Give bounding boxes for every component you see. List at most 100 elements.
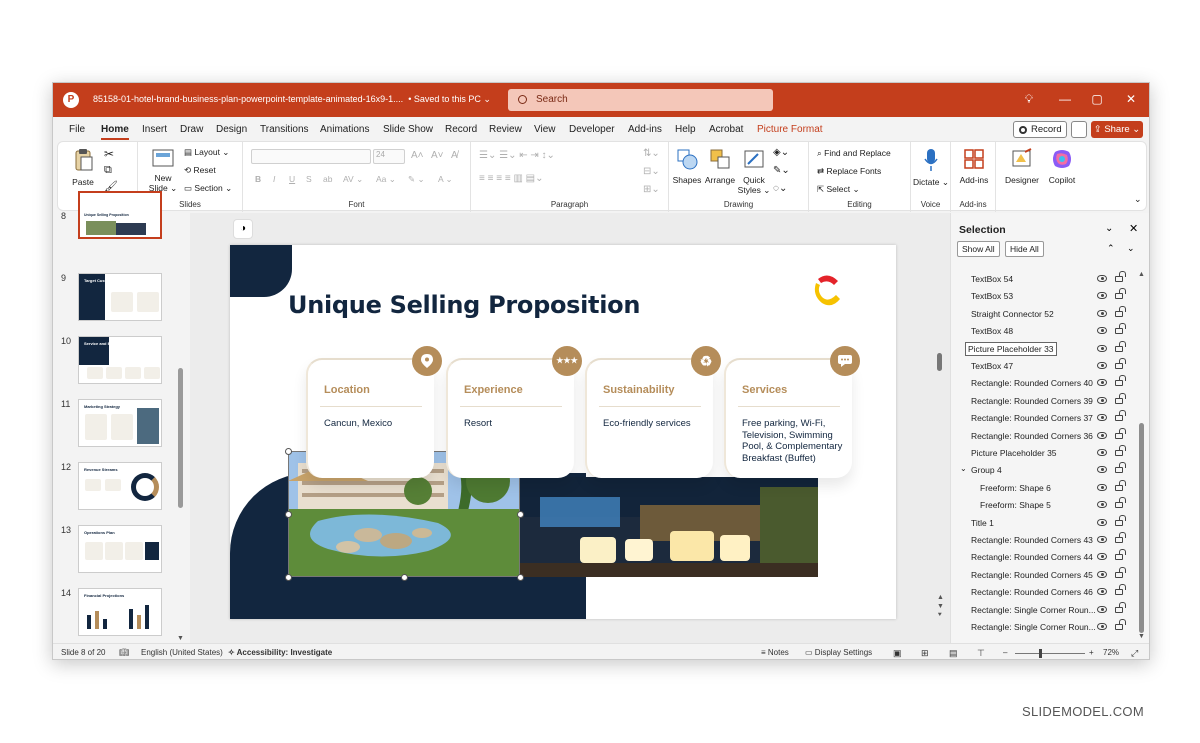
visibility-eye-icon[interactable]: [1097, 553, 1107, 561]
resize-handle[interactable]: [517, 574, 524, 581]
slide-title[interactable]: Unique Selling Proposition: [288, 291, 640, 319]
unlock-icon[interactable]: [1115, 549, 1126, 561]
thumbnail-slide-13[interactable]: Operations Plan: [78, 525, 162, 573]
visibility-eye-icon[interactable]: [1097, 623, 1107, 630]
visibility-eye-icon[interactable]: [1097, 588, 1107, 596]
selection-item[interactable]: Picture Placeholder 35: [951, 444, 1141, 461]
selection-item[interactable]: Rectangle: Single Corner Roun...: [951, 601, 1141, 618]
zoom-level[interactable]: 72%: [1103, 648, 1119, 657]
expand-group-icon[interactable]: ⌄: [960, 464, 967, 473]
strikethrough-icon[interactable]: S: [306, 174, 312, 184]
picture-placeholder-35[interactable]: [520, 477, 818, 577]
selection-item[interactable]: Freeform: Shape 5: [951, 496, 1141, 513]
resize-handle[interactable]: [285, 511, 292, 518]
section-button[interactable]: ▭ Section ⌄: [184, 183, 232, 194]
slide-editor[interactable]: Unique Selling Proposition Location Canc…: [230, 245, 896, 619]
unlock-icon[interactable]: [1115, 410, 1126, 422]
minimize-button[interactable]: —: [1055, 92, 1075, 106]
show-all-button[interactable]: Show All: [957, 241, 1000, 257]
selection-item[interactable]: Rectangle: Rounded Corners 44: [951, 548, 1141, 565]
selection-item[interactable]: Rectangle: Rounded Corners 36: [951, 427, 1141, 444]
tab-transitions[interactable]: Transitions: [260, 124, 309, 135]
visibility-eye-icon[interactable]: [1097, 275, 1107, 282]
tab-draw[interactable]: Draw: [180, 124, 203, 135]
highlight-icon[interactable]: ✎ ⌄: [408, 174, 425, 185]
visibility-eye-icon[interactable]: [1097, 518, 1107, 526]
card-sustainability[interactable]: ♻ Sustainability Eco-friendly services: [585, 346, 721, 478]
save-status[interactable]: Saved to this PC: [414, 94, 481, 104]
selection-item[interactable]: Rectangle: Rounded Corners 46: [951, 583, 1141, 600]
selection-scrollbar[interactable]: [1139, 423, 1144, 633]
record-button[interactable]: Record: [1013, 121, 1067, 138]
unlock-icon[interactable]: [1115, 375, 1126, 387]
tab-acrobat[interactable]: Acrobat: [709, 124, 743, 135]
zoom-in-icon[interactable]: +: [1089, 648, 1094, 657]
selection-item[interactable]: Rectangle: Rounded Corners 39: [951, 392, 1141, 409]
resize-handle[interactable]: [517, 511, 524, 518]
visibility-eye-icon[interactable]: [1097, 431, 1107, 439]
selection-item[interactable]: ⌄ Group 4: [951, 461, 1141, 478]
unlock-icon[interactable]: [1115, 340, 1126, 352]
unlock-icon[interactable]: [1115, 427, 1126, 439]
visibility-eye-icon[interactable]: [1097, 414, 1107, 422]
thumbnail-slide-8[interactable]: Unique Selling Proposition: [78, 191, 162, 239]
send-backward-icon[interactable]: ⌄: [1127, 243, 1135, 254]
slideshow-icon[interactable]: ⊤: [977, 648, 985, 659]
select-button[interactable]: ⇱ Select ⌄: [817, 184, 860, 195]
selection-item[interactable]: Rectangle: Single Corner Roun...: [951, 618, 1141, 635]
reading-view-icon[interactable]: ▤: [949, 648, 958, 659]
add-ins-button[interactable]: Add-ins: [954, 148, 994, 185]
comments-icon[interactable]: [1071, 121, 1087, 138]
tab-view[interactable]: View: [534, 124, 556, 135]
visibility-eye-icon[interactable]: [1097, 396, 1107, 404]
zoom-out-icon[interactable]: –: [1003, 648, 1007, 657]
visibility-eye-icon[interactable]: [1097, 379, 1107, 387]
unlock-icon[interactable]: [1115, 392, 1126, 404]
thumbnail-slide-12[interactable]: Revenue Streams: [78, 462, 162, 510]
selection-item[interactable]: Rectangle: Rounded Corners 40: [951, 374, 1141, 391]
unlock-icon[interactable]: [1115, 532, 1126, 543]
tab-review[interactable]: Review: [489, 124, 522, 135]
tab-home[interactable]: Home: [101, 124, 129, 140]
selection-item[interactable]: Picture Placeholder 33: [951, 340, 1141, 357]
increase-font-icon[interactable]: A˄: [411, 150, 424, 161]
selection-item[interactable]: TextBox 47: [951, 357, 1141, 374]
thumbnail-slide-9[interactable]: Target Customer Profiles: [78, 273, 162, 321]
bullets-icon[interactable]: ☰⌄ ☰⌄ ⇤ ⇥ ↕⌄: [479, 150, 555, 161]
close-button[interactable]: ✕: [1121, 92, 1141, 106]
selection-item[interactable]: TextBox 54: [951, 270, 1141, 287]
underline-icon[interactable]: U: [289, 174, 295, 184]
display-settings-button[interactable]: ▭ Display Settings: [805, 648, 872, 657]
shape-effects-icon[interactable]: ◌⌄: [773, 183, 787, 194]
scroll-up-icon[interactable]: ▲: [1138, 271, 1145, 278]
thumbnail-slide-11[interactable]: Marketing Strategy: [78, 399, 162, 447]
pane-options-icon[interactable]: ⌄: [1105, 223, 1113, 234]
replace-fonts-button[interactable]: ⇄ Replace Fonts: [817, 166, 881, 177]
tab-add-ins[interactable]: Add-ins: [628, 124, 662, 135]
share-button[interactable]: ⇪ Share ⌄: [1091, 121, 1143, 138]
cut-icon[interactable]: ✂: [104, 147, 114, 161]
normal-view-icon[interactable]: ▣: [893, 648, 902, 659]
decrease-font-icon[interactable]: A˅: [431, 150, 444, 161]
canvas-scrollbar[interactable]: [937, 353, 942, 371]
card-services[interactable]: Services Free parking, Wi-Fi, Television…: [724, 346, 860, 478]
scroll-down-icon[interactable]: ▼: [1138, 633, 1145, 640]
dictate-button[interactable]: Dictate ⌄: [913, 148, 949, 188]
visibility-eye-icon[interactable]: [1097, 327, 1107, 335]
thumbnail-slide-10[interactable]: Service and Experience Design: [78, 336, 162, 384]
unlock-icon[interactable]: [1115, 358, 1126, 369]
card-location[interactable]: Location Cancun, Mexico: [306, 346, 442, 478]
new-slide-button[interactable]: New Slide ⌄: [146, 148, 180, 194]
find-replace-button[interactable]: ⌕ Find and Replace: [817, 148, 891, 159]
shape-outline-icon[interactable]: ✎⌄: [773, 165, 790, 176]
tab-developer[interactable]: Developer: [569, 124, 615, 135]
search-box[interactable]: Search: [508, 89, 773, 111]
unlock-icon[interactable]: [1115, 462, 1126, 474]
tab-record[interactable]: Record: [445, 124, 477, 135]
slide-sorter-icon[interactable]: ⊞: [921, 648, 929, 659]
spell-check-icon[interactable]: 📖︎: [119, 648, 129, 657]
selection-item[interactable]: Straight Connector 52: [951, 305, 1141, 322]
unlock-icon[interactable]: [1115, 271, 1126, 282]
tab-help[interactable]: Help: [675, 124, 696, 135]
selection-item[interactable]: Rectangle: Rounded Corners 43: [951, 531, 1141, 548]
